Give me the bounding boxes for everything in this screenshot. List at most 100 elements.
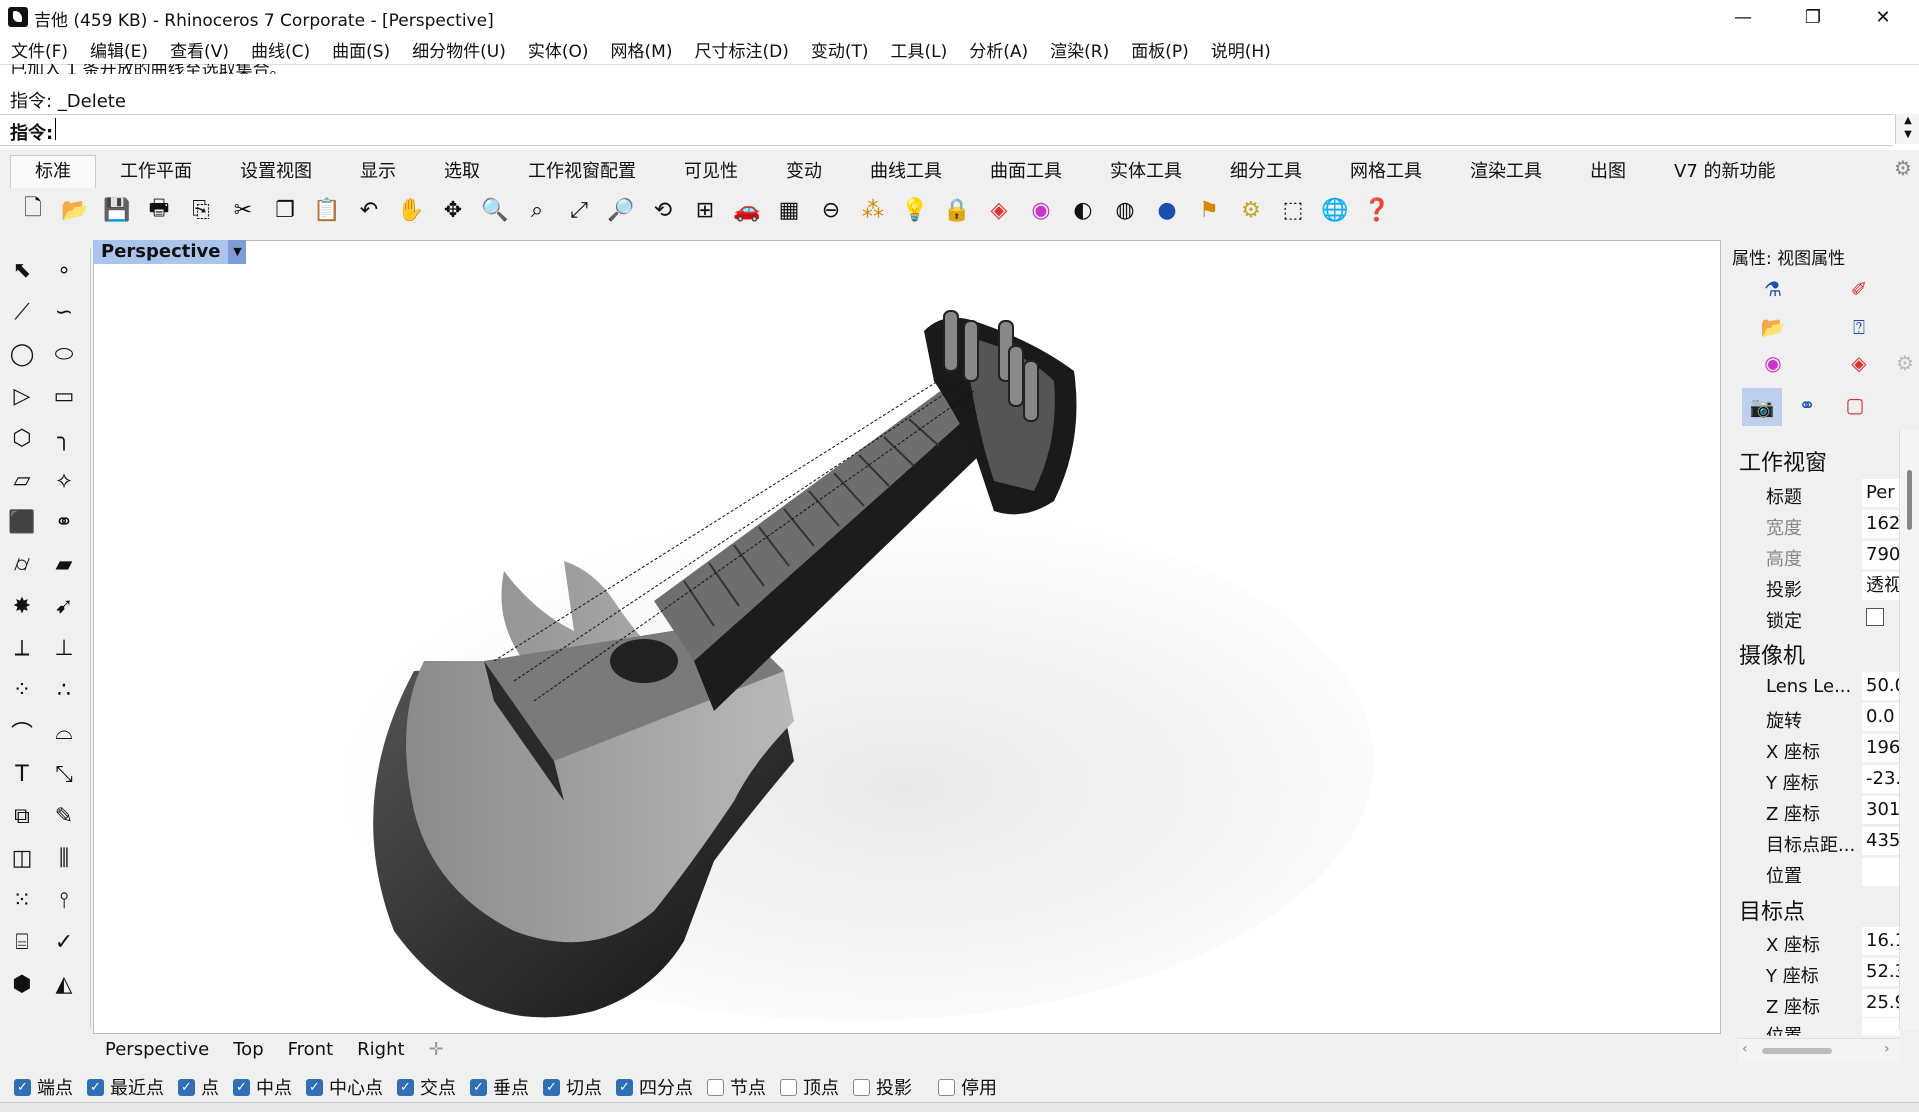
menu-tools[interactable]: 工具(L)	[880, 37, 959, 62]
split-icon[interactable]: ⊥	[46, 630, 82, 666]
render-icon[interactable]: ◭	[46, 966, 82, 1002]
hscroll-thumb[interactable]	[1762, 1048, 1832, 1054]
osnap-disable[interactable]: 停用	[938, 1074, 997, 1100]
layers-icon[interactable]: ◈	[978, 190, 1020, 230]
prop-value[interactable]: 301	[1862, 796, 1902, 824]
properties-hscrollbar[interactable]: ‹ ›	[1738, 1038, 1900, 1063]
points-cloud-icon[interactable]: ⁂	[852, 190, 894, 230]
surface-icon[interactable]: ▱	[4, 462, 40, 498]
command-input[interactable]	[55, 118, 1878, 140]
checkbox-checked-icon[interactable]: ✓	[87, 1078, 104, 1096]
menu-curve[interactable]: 曲线(C)	[240, 37, 321, 62]
save-icon[interactable]: 💾	[96, 190, 138, 230]
ungroup-icon[interactable]: ∴	[46, 672, 82, 708]
tab-drafting[interactable]: 出图	[1566, 156, 1650, 188]
checkbox-checked-icon[interactable]: ✓	[14, 1078, 31, 1096]
color-wheel-icon[interactable]: ◉	[1756, 348, 1790, 378]
rectangle-icon[interactable]: ▭	[46, 378, 82, 414]
material-brush-icon[interactable]: ✐	[1842, 274, 1876, 304]
checkbox-checked-icon[interactable]: ✓	[397, 1078, 414, 1096]
tab-cplanes[interactable]: 工作平面	[96, 156, 216, 188]
tab-surface-tools[interactable]: 曲面工具	[966, 156, 1086, 188]
osnap-tangent[interactable]: ✓ 切点	[543, 1074, 602, 1100]
osnap-point[interactable]: ✓ 点	[178, 1074, 219, 1100]
chevron-right-icon[interactable]: ›	[1884, 1041, 1890, 1057]
menu-panels[interactable]: 面板(P)	[1120, 37, 1200, 62]
lock-icon[interactable]: 🔒	[936, 190, 978, 230]
zoom-icon[interactable]: 🔍	[474, 190, 516, 230]
prop-value[interactable]: 0.0	[1862, 703, 1902, 731]
view-tab-perspective[interactable]: Perspective	[93, 1039, 221, 1060]
point-icon[interactable]: ⊖	[810, 190, 852, 230]
settings-gear-icon[interactable]: ⚙	[1230, 190, 1272, 230]
dimension-icon[interactable]: ⤡	[46, 756, 82, 792]
command-scrollbar[interactable]: ▲ ▼	[1895, 114, 1919, 144]
menu-transform[interactable]: 变动(T)	[800, 37, 880, 62]
prop-value[interactable]: 25.9	[1862, 989, 1902, 1017]
spheres-icon[interactable]: ⚭	[46, 504, 82, 540]
select-icon[interactable]: ⬚	[1272, 190, 1314, 230]
view-tab-top[interactable]: Top	[221, 1039, 275, 1060]
scroll-up-icon[interactable]: ▲	[1896, 114, 1919, 128]
polygon-icon[interactable]: ⬡	[4, 420, 40, 456]
box-icon[interactable]: ⬛	[4, 504, 40, 540]
undo-icon[interactable]: ↶	[348, 190, 390, 230]
perspective-viewport[interactable]	[93, 240, 1721, 1034]
arc-icon[interactable]: ▷	[4, 378, 40, 414]
tab-visibility[interactable]: 可见性	[660, 156, 762, 188]
menu-dimension[interactable]: 尺寸标注(D)	[683, 37, 799, 62]
prop-value[interactable]: 52.3	[1862, 958, 1902, 986]
tab-solid-tools[interactable]: 实体工具	[1086, 156, 1206, 188]
paste-icon[interactable]: 📋	[306, 190, 348, 230]
layers-icon[interactable]: ◈	[1842, 348, 1876, 378]
cut-icon[interactable]: ✂	[222, 190, 264, 230]
mesh-plane-icon[interactable]: ▰	[46, 546, 82, 582]
osnap-perpendicular[interactable]: ✓ 垂点	[470, 1074, 529, 1100]
four-viewports-icon[interactable]: ⊞	[684, 190, 726, 230]
osnap-end[interactable]: ✓ 端点	[14, 1074, 73, 1100]
position-button[interactable]	[1862, 858, 1902, 886]
zoom-extents-icon[interactable]: ⤢	[558, 190, 600, 230]
help-icon[interactable]: ❓	[1356, 190, 1398, 230]
osnap-intersection[interactable]: ✓ 交点	[397, 1074, 456, 1100]
fillet-curve-icon[interactable]: ╮	[46, 420, 82, 456]
prop-value[interactable]: Per	[1862, 479, 1902, 507]
align-icon[interactable]: ⫯	[46, 882, 82, 918]
osnap-near[interactable]: ✓ 最近点	[87, 1074, 164, 1100]
explode-icon[interactable]: ✸	[4, 588, 40, 624]
help-panel-icon[interactable]: ⍰	[1842, 312, 1876, 342]
fillet-icon[interactable]: ⌒	[4, 714, 40, 750]
view-tab-right[interactable]: Right	[345, 1039, 416, 1060]
print-icon[interactable]: 🖶	[138, 190, 180, 230]
prop-value[interactable]: 435	[1862, 827, 1902, 855]
checkbox-unchecked-icon[interactable]	[853, 1078, 870, 1096]
export-icon[interactable]: ⎘	[180, 190, 222, 230]
checkbox-checked-icon[interactable]: ✓	[233, 1078, 250, 1096]
tab-select[interactable]: 选取	[420, 156, 504, 188]
trim-icon[interactable]: ⟂	[4, 630, 40, 666]
text-icon[interactable]: T	[4, 756, 40, 792]
tab-new-in-v7[interactable]: V7 的新功能	[1650, 156, 1800, 188]
polyline-icon[interactable]: ⟋	[4, 294, 40, 330]
sweep-icon[interactable]: ⟡	[46, 462, 82, 498]
cube-view-icon[interactable]: ◫	[4, 840, 40, 876]
menu-edit[interactable]: 编辑(E)	[79, 37, 159, 62]
viewport-title[interactable]: Perspective ▼	[93, 240, 247, 264]
pan-hand-icon[interactable]: ✋	[390, 190, 432, 230]
osnap-quadrant[interactable]: ✓ 四分点	[616, 1074, 693, 1100]
select-arrow-icon[interactable]: ⬉	[4, 252, 40, 288]
checkbox-unchecked-icon[interactable]	[780, 1078, 797, 1096]
tab-set-view[interactable]: 设置视图	[216, 156, 336, 188]
tab-mesh-tools[interactable]: 网格工具	[1326, 156, 1446, 188]
grid-icon[interactable]: ▦	[768, 190, 810, 230]
checkbox-checked-icon[interactable]: ✓	[178, 1078, 195, 1096]
scroll-thumb[interactable]	[1907, 470, 1912, 530]
checkbox-unchecked-icon[interactable]	[938, 1078, 955, 1096]
tab-viewport-layout[interactable]: 工作视窗配置	[504, 156, 660, 188]
checkbox-checked-icon[interactable]: ✓	[306, 1078, 323, 1096]
chevron-left-icon[interactable]: ‹	[1742, 1041, 1748, 1057]
viewport-label[interactable]: Perspective	[93, 240, 229, 264]
boolean-icon[interactable]: ➹	[46, 588, 82, 624]
car-icon[interactable]: 🚗	[726, 190, 768, 230]
menu-surface[interactable]: 曲面(S)	[321, 37, 401, 62]
